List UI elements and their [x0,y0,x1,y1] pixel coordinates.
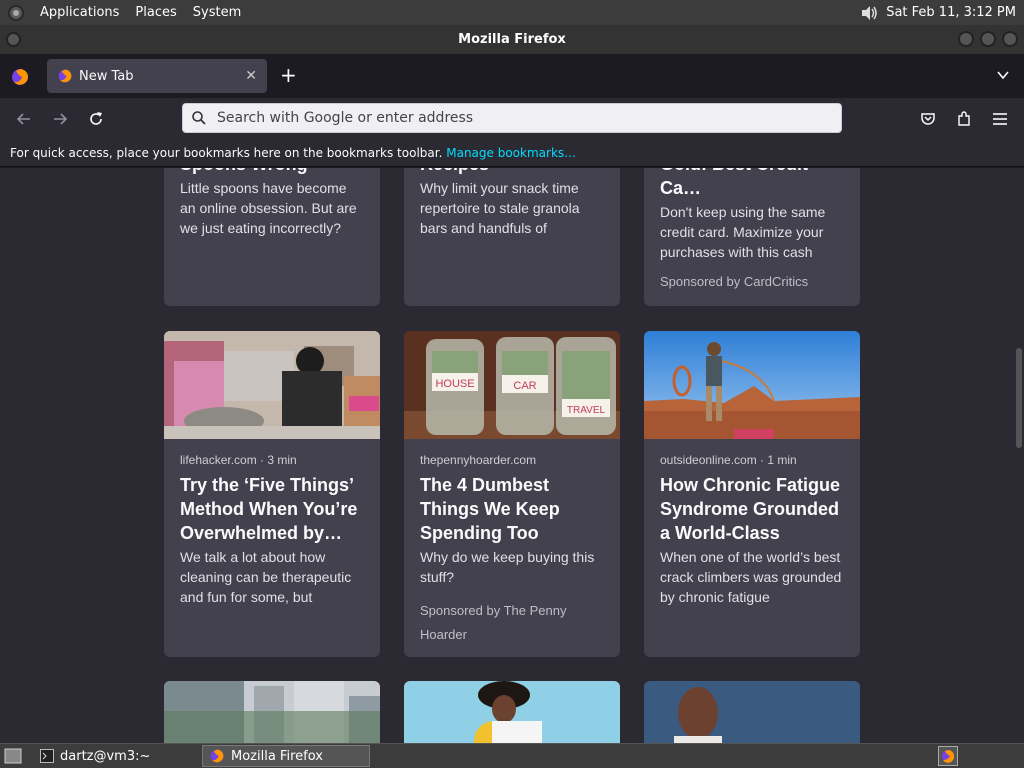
story-card[interactable]: HOUSE CAR TRAVEL thepennyhoarder.com The [404,331,620,657]
taskbar-item-terminal[interactable]: dartz@vm3:~ [34,745,194,767]
svg-text:TRAVEL: TRAVEL [567,405,606,416]
svg-text:HOUSE: HOUSE [435,378,474,390]
address-input[interactable] [217,110,817,126]
manage-bookmarks-link[interactable]: Manage bookmarks… [446,146,576,160]
list-all-tabs-icon[interactable] [996,68,1010,82]
top-panel: Applications Places System Sat Feb 11, 3… [0,0,1024,25]
story-excerpt: We talk a lot about how cleaning can be … [180,549,352,605]
minimize-button[interactable] [958,31,974,47]
volume-icon[interactable] [860,4,878,22]
story-source: lifehacker.com · 3 min [180,453,297,467]
close-window-button[interactable] [1002,31,1018,47]
story-image [164,681,380,743]
forward-icon[interactable] [50,109,70,129]
taskbar: dartz@vm3:~ Mozilla Firefox [0,743,1024,768]
firefox-icon [210,749,224,763]
firefox-favicon-icon [58,69,72,83]
story-title: How Chronic Fatigue Syndrome Grounded a … [660,475,840,543]
sponsor-label: Sponsored by The Penny Hoarder [420,603,567,642]
show-desktop-icon[interactable] [4,748,22,764]
story-title: The 4 Dumbest Things We Keep Spending To… [420,475,560,543]
story-card[interactable]: Spoons Wrong Little spoons have become a… [164,168,380,306]
story-card[interactable] [404,681,620,743]
window-menu-icon[interactable] [6,32,21,47]
sponsor-label: Sponsored by CardCritics [660,274,809,289]
jar-icon: HOUSE [426,339,484,435]
story-source: outsideonline.com · 1 min [660,453,797,467]
story-image [164,331,380,439]
new-tab-page: Spoons Wrong Little spoons have become a… [0,168,1024,743]
story-excerpt: Why limit your snack time repertoire to … [420,180,580,236]
bookmarks-empty-message: For quick access, place your bookmarks h… [10,146,443,160]
back-icon[interactable] [14,109,34,129]
story-card[interactable]: outsideonline.com · 1 min How Chronic Fa… [644,331,860,657]
story-excerpt: Why do we keep buying this stuff? [420,549,595,585]
story-image [404,681,620,743]
story-excerpt: When one of the world’s best crack climb… [660,549,842,605]
jar-icon: TRAVEL [556,337,616,435]
clock[interactable]: Sat Feb 11, 3:12 PM [886,5,1016,20]
story-card[interactable]: lifehacker.com · 3 min Try the ‘Five Thi… [164,331,380,657]
story-title: Spoons Wrong [180,168,364,176]
story-image [644,331,860,439]
story-card[interactable]: Worth Its Weight in Gold: Best Credit Ca… [644,168,860,306]
menu-system[interactable]: System [193,5,241,20]
menu-applications[interactable]: Applications [40,5,119,20]
new-tab-button[interactable]: + [280,65,297,85]
story-image [644,681,860,743]
story-card[interactable]: Recipes Why limit your snack time repert… [404,168,620,306]
page-scrollbar[interactable] [1016,348,1022,448]
terminal-icon [40,749,54,763]
pocket-icon[interactable] [918,109,938,129]
taskbar-item-firefox[interactable]: Mozilla Firefox [202,745,370,767]
reload-icon[interactable] [86,109,106,129]
close-tab-icon[interactable]: ✕ [245,68,257,84]
taskbar-label: Mozilla Firefox [231,748,323,764]
nav-bar [0,98,1024,140]
window-title: Mozilla Firefox [458,32,566,47]
svg-text:CAR: CAR [513,380,536,392]
search-icon [192,111,206,125]
story-title: Try the ‘Five Things’ Method When You’re… [180,475,358,543]
jar-icon: CAR [496,337,554,435]
story-source: thepennyhoarder.com [420,453,537,467]
maximize-button[interactable] [980,31,996,47]
firefox-view-icon[interactable] [10,67,30,87]
taskbar-label: dartz@vm3:~ [60,748,151,764]
story-excerpt: Little spoons have become an online obse… [180,180,357,236]
story-card[interactable] [164,681,380,743]
story-card[interactable] [644,681,860,743]
window-titlebar[interactable]: Mozilla Firefox [0,25,1024,54]
menu-places[interactable]: Places [135,5,176,20]
story-title: Recipes [420,168,604,176]
tab-new-tab[interactable]: New Tab ✕ [47,59,267,93]
story-title: Worth Its Weight in Gold: Best Credit Ca… [660,168,808,198]
address-bar[interactable] [182,103,842,133]
hamburger-menu-icon[interactable] [990,109,1010,129]
tab-label: New Tab [79,68,134,84]
distro-logo-icon[interactable] [8,4,24,21]
bookmarks-toolbar: For quick access, place your bookmarks h… [0,140,1024,167]
story-excerpt: Don't keep using the same credit card. M… [660,204,826,260]
story-image: HOUSE CAR TRAVEL [404,331,620,439]
extensions-icon[interactable] [954,109,974,129]
tab-bar: New Tab ✕ + [0,54,1024,98]
workspace-switcher-icon[interactable] [938,746,958,766]
